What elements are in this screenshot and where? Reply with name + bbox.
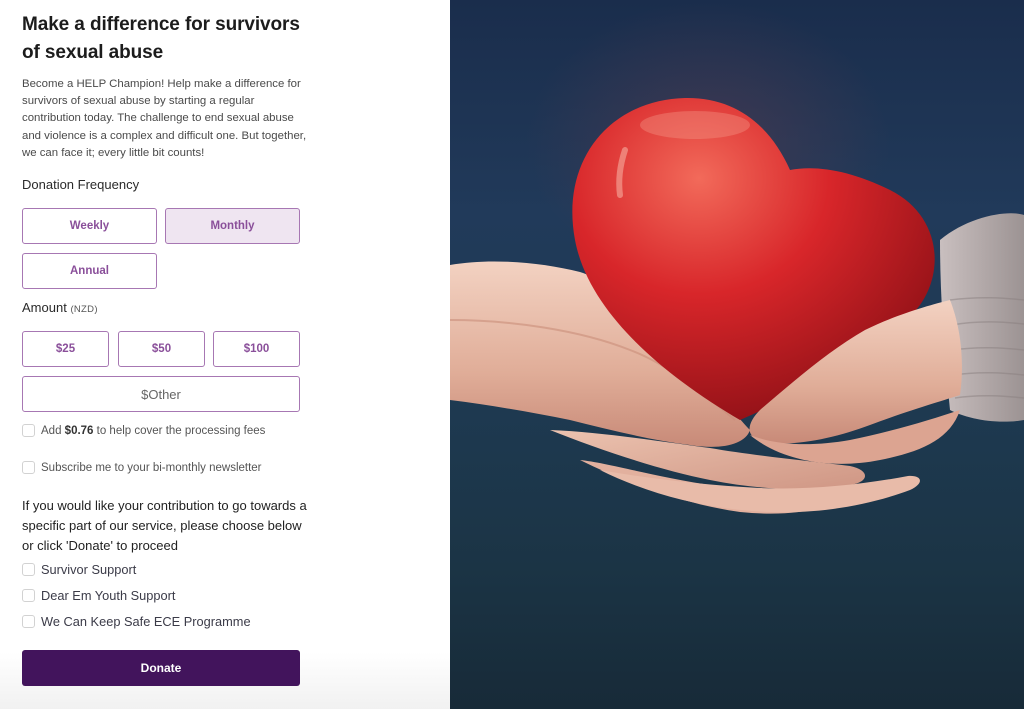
cover-fees-option[interactable]: Add $0.76 to help cover the processing f…	[22, 424, 265, 437]
fees-amount: $0.76	[64, 424, 94, 437]
page-title: Make a difference for survivors of sexua…	[22, 14, 300, 63]
frequency-label: Donation Frequency	[22, 177, 140, 192]
frequency-monthly-button[interactable]: Monthly	[165, 208, 300, 244]
donation-form-panel: Make a difference for survivors of sexua…	[0, 0, 450, 709]
amount-label: Amount (NZD)	[22, 300, 98, 315]
designation-we-can-keep-safe[interactable]: We Can Keep Safe ECE Programme	[22, 614, 251, 629]
dear-em-label: Dear Em Youth Support	[41, 588, 176, 603]
designation-survivor-support[interactable]: Survivor Support	[22, 562, 136, 577]
survivor-support-checkbox[interactable]	[22, 563, 35, 576]
intro-text: Become a HELP Champion! Help make a diff…	[22, 78, 307, 159]
fees-suffix: to help cover the processing fees	[93, 424, 266, 437]
newsletter-label: Subscribe me to your bi-monthly newslett…	[41, 461, 262, 474]
we-can-keep-safe-label: We Can Keep Safe ECE Programme	[41, 614, 251, 629]
designation-question: If you would like your contribution to g…	[22, 498, 307, 553]
cover-fees-checkbox[interactable]	[22, 424, 35, 437]
currency-label: (NZD)	[70, 304, 98, 315]
amount-100-button[interactable]: $100	[213, 331, 300, 367]
we-can-keep-safe-checkbox[interactable]	[22, 615, 35, 628]
designation-dear-em[interactable]: Dear Em Youth Support	[22, 588, 175, 603]
newsletter-checkbox[interactable]	[22, 461, 35, 474]
donate-button[interactable]: Donate	[22, 650, 300, 686]
dear-em-checkbox[interactable]	[22, 589, 35, 602]
frequency-annual-button[interactable]: Annual	[22, 253, 157, 289]
amount-25-button[interactable]: $25	[22, 331, 109, 367]
survivor-support-label: Survivor Support	[41, 562, 137, 577]
frequency-weekly-button[interactable]: Weekly	[22, 208, 157, 244]
amount-50-button[interactable]: $50	[118, 331, 205, 367]
heart-in-hands-illustration	[450, 97, 1024, 514]
amount-label-text: Amount	[22, 300, 67, 315]
amount-other-input[interactable]: $Other	[22, 376, 300, 412]
cover-fees-label: Add $0.76 to help cover the processing f…	[41, 425, 265, 437]
fees-prefix: Add	[41, 424, 65, 437]
newsletter-option[interactable]: Subscribe me to your bi-monthly newslett…	[22, 461, 262, 474]
hero-image	[450, 0, 1024, 709]
